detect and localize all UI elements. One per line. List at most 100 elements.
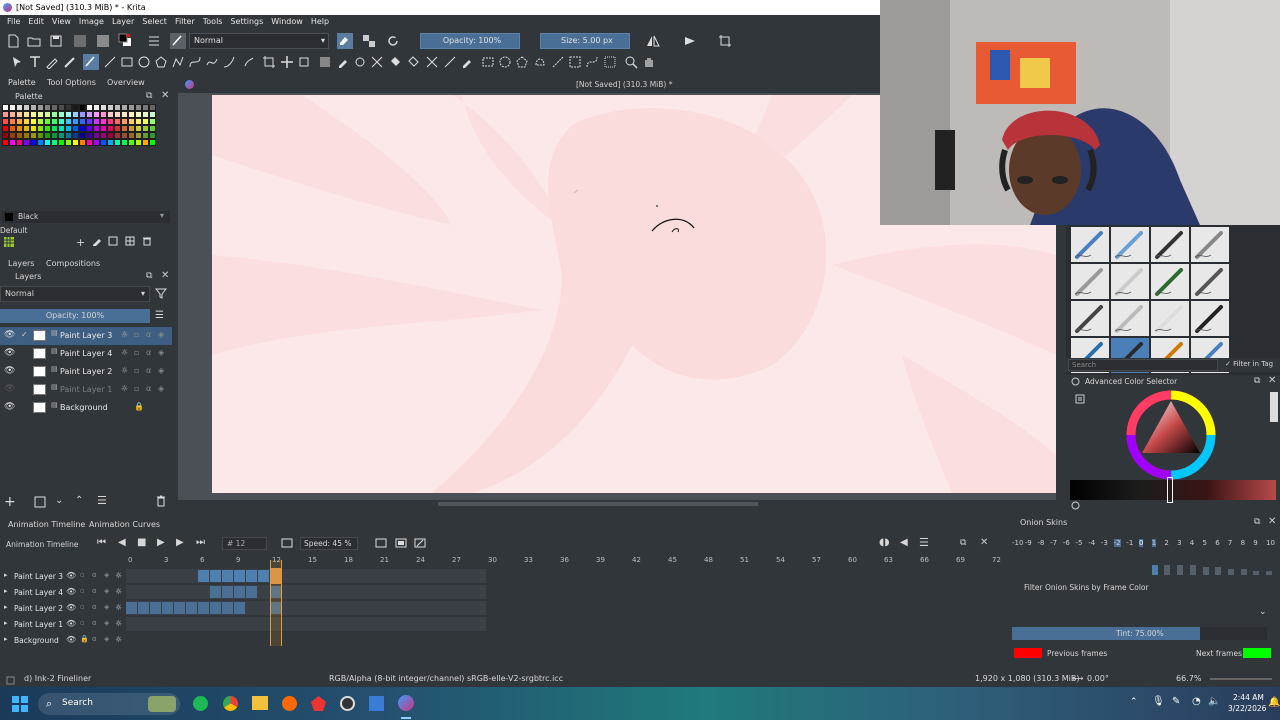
filter-onion-label[interactable]: Filter Onion Skins by Frame Color: [1024, 583, 1149, 592]
tray-chevron-up-icon[interactable]: ⌃: [1130, 697, 1138, 707]
onion-frame-number[interactable]: -8: [1037, 539, 1044, 547]
save-icon[interactable]: [49, 34, 63, 48]
rotation-value[interactable]: 0.00°: [1087, 670, 1109, 687]
palette-swatch[interactable]: [142, 139, 149, 146]
visibility-eye-icon[interactable]: 👁: [66, 571, 76, 580]
frame-track[interactable]: [126, 569, 486, 583]
palette-swatch[interactable]: [44, 125, 51, 132]
color-sampler-icon[interactable]: [336, 55, 350, 69]
bezier-selection-icon[interactable]: [585, 55, 599, 69]
palette-swatch[interactable]: [107, 125, 114, 132]
edit-swatch-icon[interactable]: [92, 236, 102, 247]
previous-frame-icon[interactable]: ◀: [118, 537, 126, 548]
onion-opacity-bar[interactable]: [1253, 571, 1260, 575]
onion-frame-number[interactable]: -9: [1025, 539, 1032, 547]
polygon-tool-icon[interactable]: [154, 55, 168, 69]
microphone-icon[interactable]: 🎙: [1152, 696, 1165, 707]
alpha-lock-icon[interactable]: α: [92, 635, 97, 643]
brush-preset-tile[interactable]: [1191, 301, 1229, 336]
palette-swatch[interactable]: [2, 118, 9, 125]
menu-filter[interactable]: Filter: [171, 15, 199, 29]
brush-preset-tile[interactable]: [1071, 227, 1109, 262]
alpha-lock-icon[interactable]: α: [92, 571, 97, 579]
onion-opacity-bar[interactable]: [1177, 565, 1184, 575]
delete-layer-icon[interactable]: [155, 495, 167, 507]
palette-swatch[interactable]: [114, 104, 121, 111]
palette-swatch[interactable]: [142, 104, 149, 111]
visibility-eye-icon[interactable]: 👁: [66, 603, 76, 612]
float-layers-icon[interactable]: ⧉: [146, 271, 152, 281]
menu-settings[interactable]: Settings: [226, 15, 267, 29]
brush-preset-tile[interactable]: [1071, 301, 1109, 336]
timeline-layer-row[interactable]: ▸ Paint Layer 4 👁 ▫ α ◈ ☼: [0, 584, 1000, 600]
palette-swatch[interactable]: [79, 118, 86, 125]
inherit-alpha-icon[interactable]: ◈: [158, 330, 164, 339]
palette-swatch[interactable]: [2, 111, 9, 118]
palette-swatch[interactable]: [86, 104, 93, 111]
inherit-alpha-icon[interactable]: ◈: [104, 571, 109, 579]
lock-icon[interactable]: ▫: [134, 348, 139, 357]
inherit-alpha-icon[interactable]: ◈: [158, 384, 164, 393]
alpha-lock-icon[interactable]: α: [92, 619, 97, 627]
onion-opacity-bar[interactable]: [1189, 565, 1196, 575]
onion-skin-layer-icon[interactable]: ☼: [121, 366, 128, 375]
palette-swatch[interactable]: [86, 139, 93, 146]
alpha-lock-icon[interactable]: α: [146, 330, 151, 339]
palette-swatch[interactable]: [44, 111, 51, 118]
palette-swatch[interactable]: [114, 125, 121, 132]
onion-opacity-bar[interactable]: [1266, 571, 1272, 575]
palette-swatch[interactable]: [149, 139, 156, 146]
palette-swatch[interactable]: [9, 139, 16, 146]
keyframe-cell[interactable]: [234, 602, 245, 614]
palette-swatch[interactable]: [114, 118, 121, 125]
brush-preset-tile[interactable]: [1111, 227, 1149, 262]
onion-frame-number[interactable]: 10: [1266, 539, 1275, 547]
palette-swatch[interactable]: [44, 118, 51, 125]
freehand-path-icon[interactable]: [205, 55, 219, 69]
keyframe-cell[interactable]: [198, 602, 209, 614]
mirror-horizontal-icon[interactable]: [646, 34, 660, 48]
contiguous-selection-icon[interactable]: [551, 55, 565, 69]
pen-tray-icon[interactable]: ✎: [1172, 696, 1180, 707]
wifi-icon[interactable]: ◔: [1192, 696, 1201, 707]
chevron-right-icon[interactable]: ▸: [4, 587, 8, 595]
timeline-layer-row[interactable]: ▸ Paint Layer 2 👁 ▫ α ◈ ☼: [0, 600, 1000, 616]
brush-preset-tile[interactable]: [1151, 227, 1189, 262]
layer-row[interactable]: 👁 ▤ Paint Layer 4 ☼ ▫ α ◈: [0, 345, 172, 363]
palette-swatch[interactable]: [2, 132, 9, 139]
move-tool-icon[interactable]: [280, 55, 294, 69]
notification-bell-icon[interactable]: 🔔: [1268, 697, 1280, 708]
gradient-tool-icon[interactable]: [318, 55, 332, 69]
palette-swatch[interactable]: [30, 139, 37, 146]
gradient-swatch-icon[interactable]: [73, 34, 87, 48]
palette-swatch[interactable]: [86, 118, 93, 125]
tab-tool-options[interactable]: Tool Options: [47, 76, 96, 90]
chevron-right-icon[interactable]: ▸: [4, 571, 8, 579]
palette-swatch[interactable]: [16, 132, 23, 139]
palette-swatch[interactable]: [121, 111, 128, 118]
add-swatch-icon[interactable]: +: [76, 236, 85, 249]
foreground-background-color-icon[interactable]: [118, 33, 132, 47]
palette-swatch[interactable]: [23, 132, 30, 139]
keyframe-cell[interactable]: [210, 602, 221, 614]
pattern-swatch-icon[interactable]: [96, 34, 110, 48]
measure-tool-icon[interactable]: [443, 55, 457, 69]
alpha-lock-icon[interactable]: α: [146, 366, 151, 375]
palette-swatch[interactable]: [58, 139, 65, 146]
palette-swatch[interactable]: [149, 132, 156, 139]
palette-swatch[interactable]: [37, 104, 44, 111]
onion-frame-number[interactable]: -2: [1113, 539, 1121, 547]
palette-swatch[interactable]: [16, 118, 23, 125]
frame-track[interactable]: [126, 617, 486, 631]
layer-blend-mode-select[interactable]: Normal ▾: [0, 286, 150, 302]
onion-frame-number[interactable]: -5: [1076, 539, 1083, 547]
float-onion-icon[interactable]: ⧉: [1254, 517, 1260, 527]
brush-settings-icon[interactable]: [147, 34, 161, 48]
onion-frame-number[interactable]: -6: [1063, 539, 1070, 547]
move-layer-up-icon[interactable]: ⌃: [75, 495, 83, 506]
rectangular-selection-icon[interactable]: [481, 55, 495, 69]
onion-skin-layer-icon[interactable]: ☼: [115, 571, 122, 580]
menu-select[interactable]: Select: [138, 15, 171, 29]
taskbar-time[interactable]: 2:44 AM: [1233, 693, 1264, 702]
float-timeline-icon[interactable]: ⧉: [960, 538, 966, 548]
